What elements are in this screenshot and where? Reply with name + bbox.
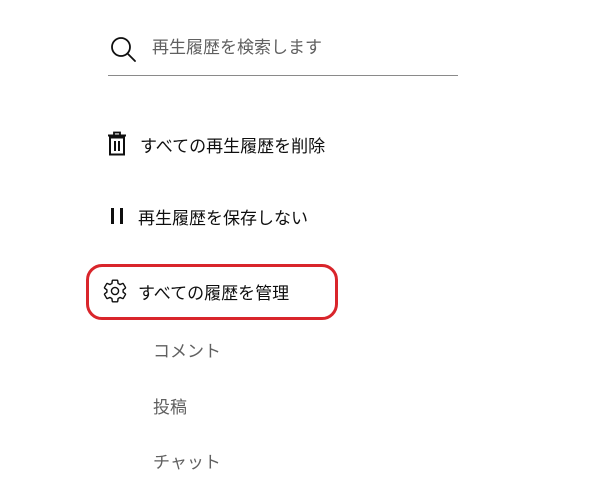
manage-link-posts[interactable]: 投稿 [153, 393, 187, 418]
manage-all-history-button[interactable]: すべての履歴を管理 [102, 274, 289, 308]
pause-history-label: 再生履歴を保存しない [138, 208, 308, 229]
clear-all-history-label: すべての再生履歴を削除 [140, 136, 326, 157]
trash-icon [104, 131, 130, 157]
history-search-bar[interactable] [108, 28, 458, 76]
search-input[interactable] [152, 32, 442, 64]
manage-link-comments[interactable]: コメント [153, 337, 221, 362]
search-icon[interactable] [108, 34, 138, 64]
gear-icon [102, 278, 128, 304]
pause-history-button[interactable]: 再生履歴を保存しない [104, 199, 308, 233]
manage-link-chat[interactable]: チャット [153, 448, 221, 473]
manage-all-history-label: すべての履歴を管理 [138, 283, 290, 304]
clear-all-history-button[interactable]: すべての再生履歴を削除 [104, 127, 325, 161]
pause-icon [104, 203, 130, 229]
